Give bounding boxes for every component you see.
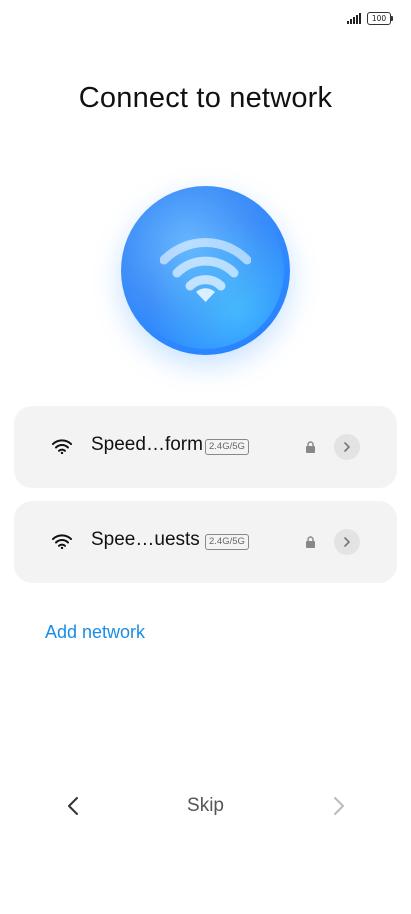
network-item[interactable]: Spee…uests 2.4G/5G	[14, 501, 397, 583]
wifi-icon	[160, 238, 251, 302]
back-button[interactable]	[64, 795, 84, 817]
network-item[interactable]: Speed…form 2.4G/5G	[14, 406, 397, 488]
chevron-right-icon	[334, 797, 344, 815]
lock-icon	[306, 441, 315, 453]
band-badge: 2.4G/5G	[205, 439, 249, 455]
hero-wifi-circle	[121, 186, 290, 355]
status-bar: 100	[347, 10, 393, 26]
network-name: Speed…form	[91, 434, 203, 455]
network-name: Spee…uests	[91, 529, 200, 550]
network-details-button[interactable]	[334, 434, 360, 460]
chevron-right-icon	[344, 537, 350, 547]
network-details-button[interactable]	[334, 529, 360, 555]
page-title: Connect to network	[78, 82, 333, 114]
signal-icon	[347, 12, 361, 24]
chevron-right-icon	[344, 442, 350, 452]
wifi-icon	[52, 534, 72, 549]
skip-button[interactable]: Skip	[0, 795, 411, 817]
wifi-icon	[52, 439, 72, 454]
chevron-left-icon	[68, 797, 78, 815]
battery-icon: 100	[367, 11, 393, 25]
add-network-link[interactable]: Add network	[45, 622, 145, 643]
battery-level: 100	[371, 13, 387, 23]
band-badge: 2.4G/5G	[205, 534, 249, 550]
lock-icon	[306, 536, 315, 548]
next-button[interactable]	[328, 795, 348, 817]
